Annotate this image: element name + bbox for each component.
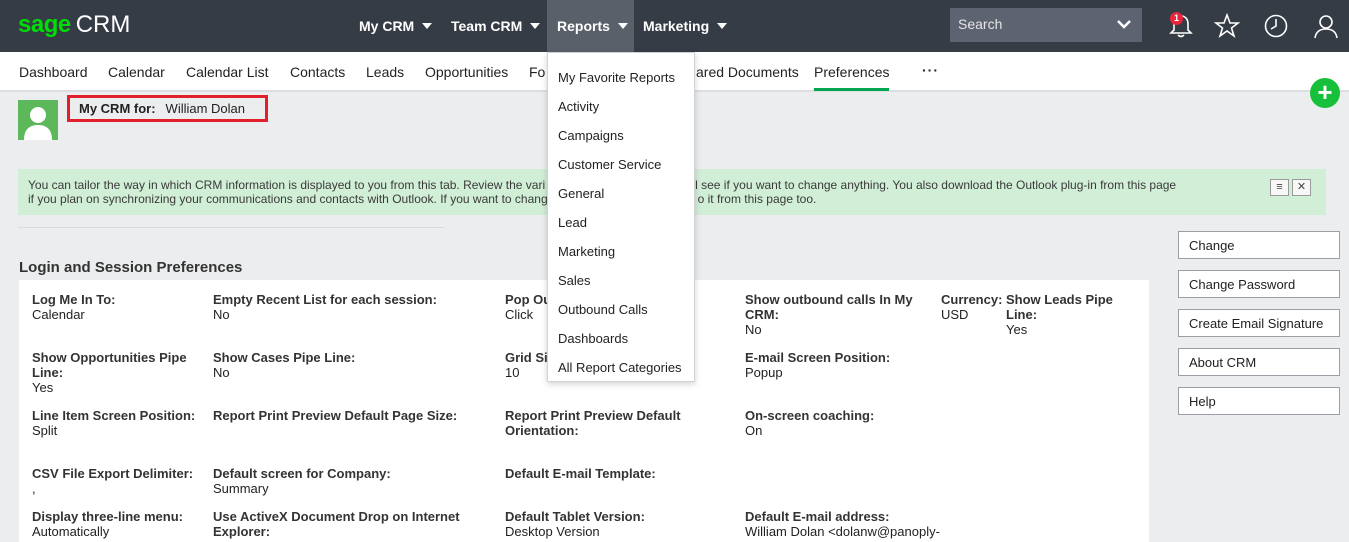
my-crm-for-highlight: My CRM for: William Dolan [67,95,268,122]
pref-email-template: Default E-mail Template: [505,466,656,481]
star-icon[interactable] [1214,13,1240,39]
sage-crm-logo[interactable]: sage CRM [18,10,130,40]
pref-company-screen: Default screen for Company: Summary [213,466,391,496]
pref-onscreen-coaching: On-screen coaching: On [745,408,875,438]
pref-log-me-in-to: Log Me In To: Calendar [32,292,116,322]
more-tabs-icon[interactable]: ··· [922,62,939,78]
menu-item-all-report-categories[interactable]: All Report Categories [558,360,682,375]
pref-csv-delimiter: CSV File Export Delimiter:, [32,466,194,496]
caret-down-icon [530,23,541,29]
caret-down-icon [717,23,728,29]
menu-item-lead[interactable]: Lead [558,215,587,230]
about-crm-button[interactable]: About CRM [1178,348,1340,376]
reports-dropdown-menu: My Favorite Reports Activity Campaigns C… [547,52,695,382]
info-text: l see if you want to change anything. Yo… [695,178,1177,192]
avatar [18,100,58,140]
pref-empty-recent: Empty Recent List for each session: No [213,292,437,322]
pref-currency: Currency: USD [941,292,1003,322]
notification-badge: 1 [1170,12,1183,25]
add-button[interactable]: + [1310,78,1340,108]
pref-cases-pipeline: Show Cases Pipe Line: No [213,350,356,380]
topnav-label: Reports [557,18,610,34]
topnav-team-crm[interactable]: Team CRM [441,0,550,52]
search-placeholder: Search [958,16,1003,32]
tab-leads[interactable]: Leads [366,64,404,80]
caret-down-icon [422,23,433,29]
logo-sage: sage [18,11,71,38]
create-email-signature-button[interactable]: Create Email Signature [1178,309,1340,337]
pref-tablet-version: Default Tablet Version: Desktop Version [505,509,645,539]
pref-default-email: Default E-mail address: William Dolan <do… [745,509,940,539]
top-bar: sage CRM My CRM Team CRM Reports Marketin… [0,0,1349,52]
menu-item-campaigns[interactable]: Campaigns [558,128,624,143]
pref-three-line-menu: Display three-line menu: Automatically [32,509,183,539]
close-icon[interactable]: ✕ [1292,179,1311,196]
help-button[interactable]: Help [1178,387,1340,415]
user-icon[interactable] [1313,13,1339,39]
info-text: You can tailor the way in which CRM info… [28,178,546,192]
plus-icon: + [1317,77,1333,107]
tab-dashboard[interactable]: Dashboard [19,64,88,80]
menu-item-general[interactable]: General [558,186,604,201]
clock-icon[interactable] [1263,13,1289,39]
pref-print-orientation: Report Print Preview Default Orientation… [505,408,681,438]
pref-line-item-position: Line Item Screen Position: Split [32,408,196,438]
change-button[interactable]: Change [1178,231,1340,259]
tab-forecasts-partial[interactable]: Fo [529,64,545,80]
topnav-marketing[interactable]: Marketing [633,0,737,52]
user-name[interactable]: William Dolan [166,101,245,116]
pref-email-screen-position: E-mail Screen Position: Popup [745,350,891,380]
pref-activex-drop: Use ActiveX Document Drop on Internet Ex… [213,509,460,539]
menu-item-sales[interactable]: Sales [558,273,591,288]
info-text: if you plan on synchronizing your commun… [28,192,548,206]
menu-item-marketing[interactable]: Marketing [558,244,615,259]
pref-opportunities-pipeline: Show Opportunities Pipe Line: Yes [32,350,187,395]
active-tab-indicator [814,88,889,91]
topnav-label: My CRM [359,18,415,34]
expand-info-icon[interactable]: ≡ [1270,179,1289,196]
divider [18,227,444,228]
change-password-button[interactable]: Change Password [1178,270,1340,298]
menu-item-activity[interactable]: Activity [558,99,599,114]
chevron-down-icon[interactable] [1116,17,1132,31]
tab-preferences[interactable]: Preferences [814,64,889,80]
search-box[interactable]: Search [950,8,1142,42]
section-title: Login and Session Preferences [19,259,243,276]
pref-leads-pipeline: Show Leads Pipe Line: Yes [1006,292,1113,337]
tab-calendar-list[interactable]: Calendar List [186,64,269,80]
topnav-label: Marketing [643,18,710,34]
topnav-my-crm[interactable]: My CRM [349,0,442,52]
menu-item-customer-service[interactable]: Customer Service [558,157,661,172]
menu-item-my-favorite-reports[interactable]: My Favorite Reports [558,70,675,85]
logo-crm: CRM [75,11,131,38]
menu-item-dashboards[interactable]: Dashboards [558,331,628,346]
pref-print-page-size: Report Print Preview Default Page Size: [213,408,458,423]
tab-calendar[interactable]: Calendar [108,64,165,80]
tab-shared-documents-partial[interactable]: ared Documents [696,64,799,80]
pref-outbound-calls: Show outbound calls In My CRM: No [745,292,913,337]
topnav-label: Team CRM [451,18,523,34]
tab-contacts[interactable]: Contacts [290,64,345,80]
caret-down-icon [617,23,628,29]
info-text: o it from this page too. [697,192,817,206]
menu-item-outbound-calls[interactable]: Outbound Calls [558,302,648,317]
topnav-reports[interactable]: Reports [547,0,634,52]
tab-opportunities[interactable]: Opportunities [425,64,508,80]
my-crm-for-label: My CRM for: [79,101,156,116]
person-icon [24,107,52,140]
